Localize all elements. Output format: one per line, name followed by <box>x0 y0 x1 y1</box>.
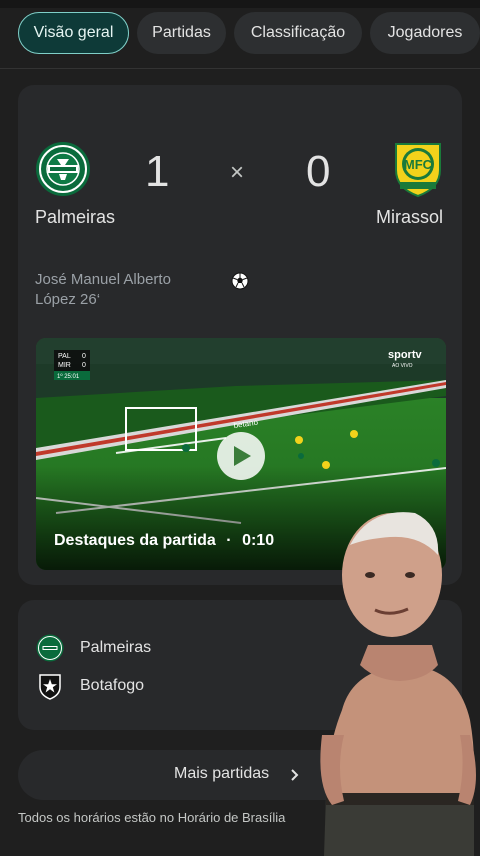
goal-scorer: José Manuel Alberto López 26‘ <box>35 270 171 310</box>
goal-scorer-name: José Manuel Alberto <box>35 271 171 288</box>
scoreboard-clock: 1º 25:01 <box>57 373 80 380</box>
tab-overview[interactable]: Visão geral <box>18 12 129 54</box>
palmeiras-crest-icon <box>36 142 90 196</box>
tab-bar: Visão geral Partidas Classificação Jogad… <box>0 12 480 58</box>
highlights-label: Destaques da partida <box>54 532 216 549</box>
home-team-name: Palmeiras <box>35 207 116 227</box>
tab-divider <box>0 68 480 69</box>
home-score: 1 <box>145 147 170 196</box>
away-score: 0 <box>306 147 331 196</box>
goal-scorer-minute: López 26‘ <box>35 291 101 308</box>
tab-players[interactable]: Jogadores <box>370 12 480 54</box>
list-item-team: Palmeiras <box>80 639 152 656</box>
scoreboard-away-score: 0 <box>82 362 86 369</box>
play-icon <box>234 446 251 466</box>
palmeiras-crest-icon <box>36 634 64 662</box>
more-matches-label: Mais partidas <box>174 765 270 782</box>
caption-dot: · <box>226 532 232 549</box>
tab-matches[interactable]: Partidas <box>137 12 226 54</box>
list-item: Palmeiras <box>36 633 151 663</box>
timezone-note: Todos os horários estão no Horário de Br… <box>18 810 286 825</box>
more-matches-button[interactable]: Mais partidas <box>18 750 358 800</box>
scoreboard-away: MIR <box>58 362 71 369</box>
away-team-name: Mirassol <box>376 207 444 227</box>
highlights-duration: 0:10 <box>242 532 275 549</box>
scoreboard-home: PAL <box>58 353 71 360</box>
soccer-ball-icon <box>231 272 249 290</box>
broadcaster-logo: sportv <box>388 349 423 361</box>
scoreboard-home-score: 0 <box>82 353 86 360</box>
score-separator: × <box>230 159 245 186</box>
mirassol-crest-icon: MFC <box>395 143 441 198</box>
overlay-person-image <box>320 512 476 856</box>
svg-text:MFC: MFC <box>404 157 433 172</box>
highlights-caption: Destaques da partida · 0:10 <box>54 532 274 550</box>
status-bar-strip <box>0 0 480 8</box>
tab-standings[interactable]: Classificação <box>234 12 362 54</box>
broadcaster-live: AO VIVO <box>392 363 413 369</box>
botafogo-star-icon <box>39 674 61 700</box>
play-button[interactable] <box>217 432 265 480</box>
chevron-right-icon <box>291 769 299 781</box>
list-item: Botafogo <box>36 671 144 701</box>
list-item-team: Botafogo <box>80 677 145 694</box>
